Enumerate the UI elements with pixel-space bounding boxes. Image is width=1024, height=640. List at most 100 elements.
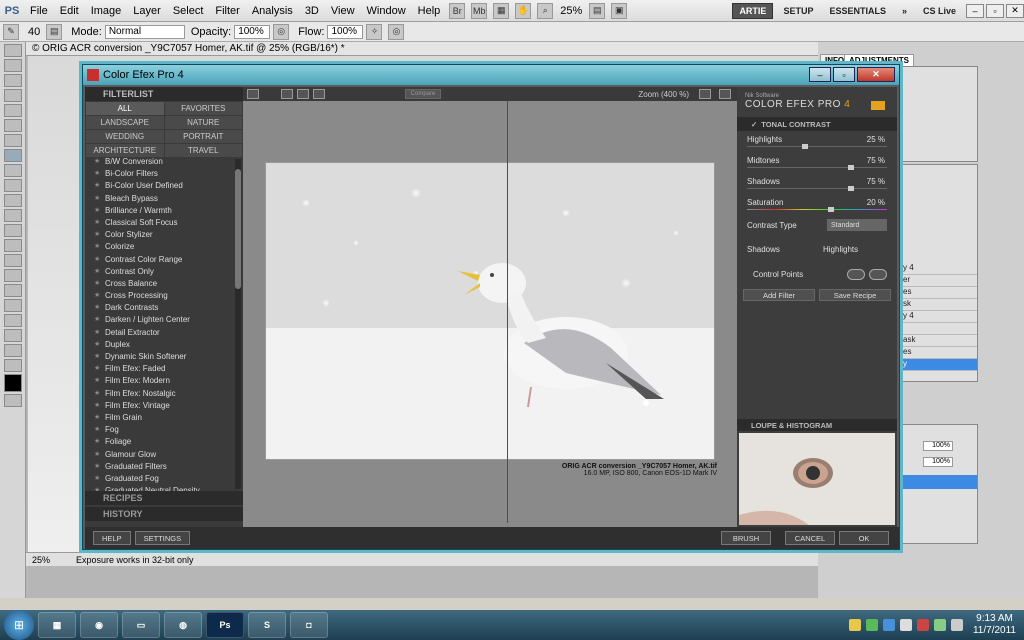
loupe-toggle-icon[interactable] bbox=[719, 89, 731, 99]
tray-icon[interactable] bbox=[865, 619, 878, 631]
filter-list-scrollbar[interactable] bbox=[235, 159, 241, 489]
slider-shadows[interactable]: Shadows 75 % bbox=[737, 173, 897, 194]
layer-row[interactable]: es bbox=[899, 347, 977, 359]
start-button-icon[interactable]: ⊞ bbox=[4, 610, 34, 640]
brush-button[interactable]: BRUSH bbox=[721, 531, 771, 545]
filter-list-item[interactable]: Brilliance / Warmth bbox=[85, 206, 233, 218]
filter-list-item[interactable]: Dark Contrasts bbox=[85, 303, 233, 315]
side-by-side-view-icon[interactable] bbox=[313, 89, 325, 99]
skype-icon[interactable]: S bbox=[248, 612, 286, 638]
arrange-icon[interactable]: ▤ bbox=[589, 2, 606, 19]
filter-list-item[interactable]: Cross Balance bbox=[85, 279, 233, 291]
camera-app-icon[interactable]: ◘ bbox=[290, 612, 328, 638]
filter-list-item[interactable]: Graduated Fog bbox=[85, 474, 233, 486]
slider-track[interactable] bbox=[747, 209, 887, 210]
layer-fill-field[interactable]: 100% bbox=[923, 457, 953, 467]
single-view-icon[interactable] bbox=[281, 89, 293, 99]
cancel-button[interactable]: CANCEL bbox=[785, 531, 835, 545]
filter-list-item[interactable]: Colorize bbox=[85, 242, 233, 254]
workspace-setup[interactable]: SETUP bbox=[777, 3, 819, 19]
shape-tool-icon[interactable] bbox=[4, 299, 22, 312]
color-swatches-icon[interactable] bbox=[4, 374, 22, 392]
more-workspaces-icon[interactable]: » bbox=[896, 3, 913, 19]
chrome-icon[interactable]: ◍ bbox=[164, 612, 202, 638]
filter-list-item[interactable]: Contrast Only bbox=[85, 267, 233, 279]
add-filter-button[interactable]: Add Filter bbox=[743, 289, 815, 301]
category-landscape[interactable]: LANDSCAPE bbox=[86, 116, 164, 129]
layer-row-selected[interactable] bbox=[899, 475, 977, 489]
zoom-tool-icon-2[interactable] bbox=[4, 359, 22, 372]
slider-value[interactable]: 20 % bbox=[867, 198, 885, 207]
slider-value[interactable]: 75 % bbox=[867, 156, 885, 165]
zoom-level-select[interactable]: 25% bbox=[556, 5, 586, 17]
volume-icon[interactable] bbox=[950, 619, 963, 631]
settings-button[interactable]: SETTINGS bbox=[134, 531, 191, 545]
close-icon[interactable]: ✕ bbox=[1006, 3, 1024, 18]
quick-select-tool-icon[interactable] bbox=[4, 89, 22, 102]
menu-3d[interactable]: 3D bbox=[299, 5, 325, 17]
dialog-close-icon[interactable]: ✕ bbox=[857, 67, 895, 82]
compare-button[interactable]: Compare bbox=[405, 89, 441, 99]
category-favorites[interactable]: FAVORITES bbox=[164, 102, 242, 115]
filter-list-item[interactable]: Cross Processing bbox=[85, 291, 233, 303]
document-tab[interactable]: © ORIG ACR conversion _Y9C7057 Homer, AK… bbox=[26, 42, 818, 56]
filter-list-item[interactable]: Film Efex: Modern bbox=[85, 376, 233, 388]
menu-analysis[interactable]: Analysis bbox=[246, 5, 299, 17]
type-tool-icon[interactable] bbox=[4, 269, 22, 282]
filterlist-header[interactable]: FILTERLIST bbox=[85, 87, 243, 101]
blur-tool-icon[interactable] bbox=[4, 224, 22, 237]
remove-control-point-icon[interactable] bbox=[869, 269, 887, 280]
filter-list-item[interactable]: Bi-Color User Defined bbox=[85, 181, 233, 193]
add-control-point-icon[interactable] bbox=[847, 269, 865, 280]
workspace-essentials[interactable]: ESSENTIALS bbox=[823, 3, 892, 19]
filter-list-item[interactable]: Glamour Glow bbox=[85, 450, 233, 462]
recipes-header[interactable]: RECIPES bbox=[85, 491, 243, 505]
slider-knob[interactable] bbox=[848, 165, 855, 170]
filter-list-item[interactable]: Foliage bbox=[85, 437, 233, 449]
highlights-label[interactable]: Highlights bbox=[823, 245, 858, 254]
eyedropper-tool-icon[interactable] bbox=[4, 119, 22, 132]
slider-highlights[interactable]: Highlights 25 % bbox=[737, 131, 897, 152]
opacity-field[interactable]: 100% bbox=[234, 24, 271, 39]
save-recipe-button[interactable]: Save Recipe bbox=[819, 289, 891, 301]
menu-window[interactable]: Window bbox=[361, 5, 412, 17]
split-view-icon[interactable] bbox=[297, 89, 309, 99]
workspace-artie[interactable]: ARTIE bbox=[732, 2, 774, 19]
slider-track[interactable] bbox=[747, 188, 887, 189]
filter-list-item[interactable]: Detail Extractor bbox=[85, 328, 233, 340]
calculator-icon[interactable]: ▦ bbox=[38, 612, 76, 638]
3d-orbit-tool-icon[interactable] bbox=[4, 329, 22, 342]
brush-size[interactable]: 40 bbox=[28, 26, 40, 38]
3d-rotate-tool-icon[interactable] bbox=[4, 314, 22, 327]
filter-list-item[interactable]: Color Stylizer bbox=[85, 230, 233, 242]
layer-row[interactable]: sk bbox=[899, 299, 977, 311]
menu-edit[interactable]: Edit bbox=[54, 5, 85, 17]
filter-list-item[interactable]: Contrast Color Range bbox=[85, 255, 233, 267]
category-wedding[interactable]: WEDDING bbox=[86, 130, 164, 143]
dialog-minimize-icon[interactable]: – bbox=[809, 67, 831, 82]
filter-list-item[interactable]: Duplex bbox=[85, 340, 233, 352]
history-header[interactable]: HISTORY bbox=[85, 507, 243, 521]
network-icon[interactable] bbox=[933, 619, 946, 631]
filter-list-item[interactable]: Classical Soft Focus bbox=[85, 218, 233, 230]
brush-preset-icon[interactable]: ✎ bbox=[3, 23, 19, 40]
tonal-contrast-header[interactable]: ✓ TONAL CONTRAST bbox=[737, 117, 897, 131]
slider-midtones[interactable]: Midtones 75 % bbox=[737, 152, 897, 173]
minimize-icon[interactable]: – bbox=[966, 3, 984, 18]
ok-button[interactable]: OK bbox=[839, 531, 889, 545]
menu-layer[interactable]: Layer bbox=[127, 5, 167, 17]
filter-list-item[interactable]: Bi-Color Filters bbox=[85, 169, 233, 181]
history-brush-tool-icon[interactable] bbox=[4, 179, 22, 192]
tray-icon[interactable] bbox=[882, 619, 895, 631]
mode-select[interactable]: Normal bbox=[104, 24, 185, 39]
filter-list-item[interactable]: Fog bbox=[85, 425, 233, 437]
filter-list-item[interactable]: Graduated Filters bbox=[85, 462, 233, 474]
scrollbar-thumb[interactable] bbox=[235, 169, 241, 289]
menu-filter[interactable]: Filter bbox=[209, 5, 245, 17]
tray-icon[interactable] bbox=[916, 619, 929, 631]
slider-knob[interactable] bbox=[827, 207, 834, 212]
eraser-tool-icon[interactable] bbox=[4, 194, 22, 207]
flow-field[interactable]: 100% bbox=[327, 24, 364, 39]
filter-list-item[interactable]: Film Efex: Faded bbox=[85, 364, 233, 376]
cslive-button[interactable]: CS Live bbox=[917, 3, 962, 19]
